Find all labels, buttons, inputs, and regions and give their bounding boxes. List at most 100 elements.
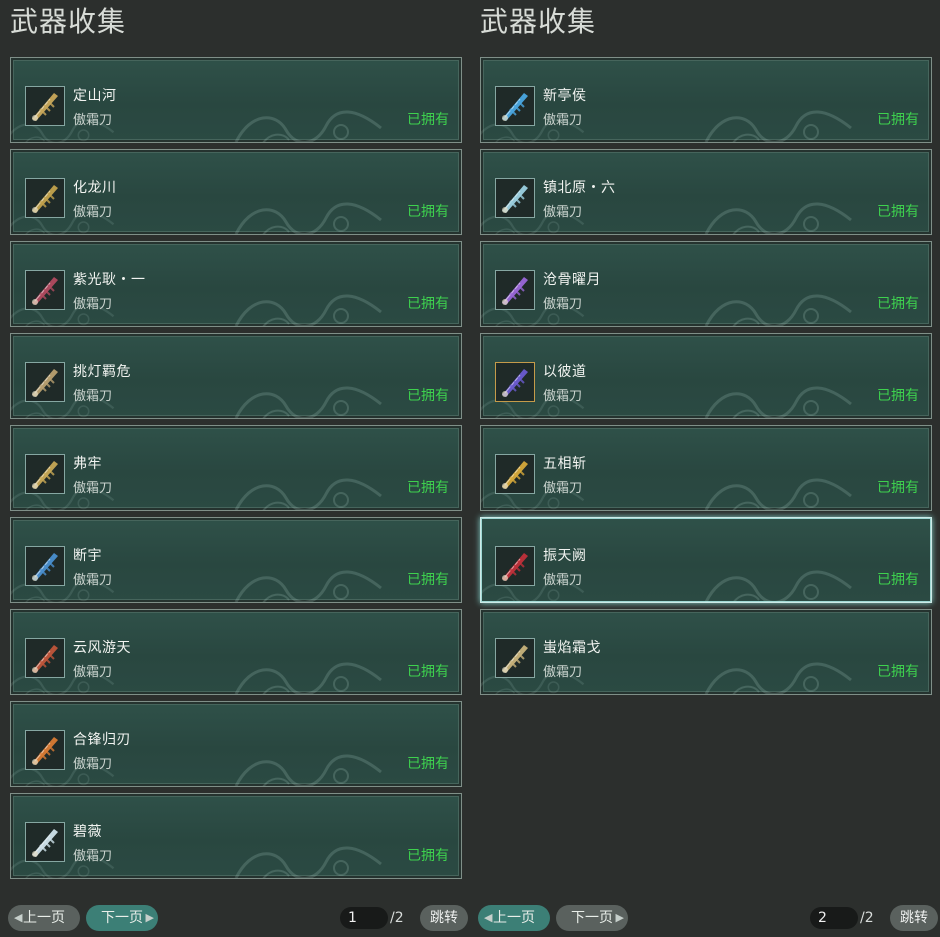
owned-status: 已拥有: [877, 664, 919, 680]
collection-panel-page-1: 武器收集 定山河 傲霜刀 已拥有 化龙川 傲霜刀 已拥有 紫光耿・一 傲霜刀 已拥有 挑灯羁危 傲霜…: [8, 0, 468, 937]
blade-orange-icon: [25, 730, 65, 770]
weapon-type: 傲霜刀: [73, 389, 113, 404]
weapon-card[interactable]: 紫光耿・一傲霜刀 已拥有: [10, 241, 462, 327]
owned-status: 已拥有: [407, 388, 449, 404]
chevron-left-icon: ◀: [484, 911, 493, 924]
weapon-list: 新亭侯 傲霜刀 已拥有 镇北原・六 傲霜刀 已拥有 沧骨曜月 傲霜刀 已拥有 以彼道 傲霜刀 已拥有五…: [480, 57, 932, 701]
page-number-input[interactable]: 2: [810, 907, 858, 929]
chevron-right-icon: ▶: [145, 911, 154, 924]
next-page-label: 下一页: [101, 910, 143, 926]
weapon-name: 沧骨曜月: [543, 272, 601, 288]
blade-bronze-icon: [25, 362, 65, 402]
owned-status: 已拥有: [877, 480, 919, 496]
blade-crimson-icon: [25, 270, 65, 310]
owned-status: 已拥有: [877, 388, 919, 404]
prev-page-button[interactable]: ◀ 上一页: [478, 905, 550, 931]
jump-button[interactable]: 跳转: [890, 905, 938, 931]
weapon-card[interactable]: 挑灯羁危傲霜刀 已拥有: [10, 333, 462, 419]
blade-gold-icon: [25, 454, 65, 494]
owned-status: 已拥有: [407, 204, 449, 220]
weapon-name: 碧薇: [73, 824, 102, 840]
weapon-type: 傲霜刀: [543, 113, 583, 128]
blade-purple-icon: [495, 270, 535, 310]
pagination-bar: ◀ 上一页 下一页 ▶ 2 /2 跳转: [478, 905, 938, 931]
weapon-name: 紫光耿・一: [73, 272, 146, 288]
weapon-name: 新亭侯: [543, 88, 587, 104]
jump-button[interactable]: 跳转: [420, 905, 468, 931]
owned-status: 已拥有: [877, 296, 919, 312]
weapon-card[interactable]: 弗牢 傲霜刀 已拥有: [10, 425, 462, 511]
weapon-name: 断宇: [73, 548, 102, 564]
weapon-list: 定山河 傲霜刀 已拥有 化龙川 傲霜刀 已拥有 紫光耿・一 傲霜刀 已拥有 挑灯羁危 傲霜刀 已拥有弗…: [10, 57, 462, 885]
blade-blue-icon: [25, 546, 65, 586]
weapon-type: 傲霜刀: [543, 205, 583, 220]
owned-status: 已拥有: [877, 572, 919, 588]
weapon-name: 以彼道: [543, 364, 587, 380]
chevron-left-icon: ◀: [14, 911, 23, 924]
weapon-card[interactable]: 定山河傲霜刀 已拥有: [10, 57, 462, 143]
chevron-right-icon: ▶: [615, 911, 624, 924]
weapon-type: 傲霜刀: [73, 757, 113, 772]
weapon-card[interactable]: 断宇 傲霜刀 已拥有: [10, 517, 462, 603]
pagination-bar: ◀ 上一页 下一页 ▶ 1 /2 跳转: [8, 905, 468, 931]
blade-red-icon: [25, 638, 65, 678]
weapon-type: 傲霜刀: [543, 297, 583, 312]
panel-title: 武器收集: [10, 5, 127, 38]
blade-blue-icon: [495, 86, 535, 126]
owned-status: 已拥有: [407, 756, 449, 772]
page-number-input[interactable]: 1: [340, 907, 388, 929]
next-page-label: 下一页: [571, 910, 613, 926]
blade-violet-icon: [495, 362, 535, 402]
prev-page-button[interactable]: ◀ 上一页: [8, 905, 80, 931]
weapon-type: 傲霜刀: [543, 389, 583, 404]
weapon-name: 合锋归刃: [73, 732, 131, 748]
prev-page-label: 上一页: [23, 910, 65, 926]
weapon-card[interactable]: 碧薇傲霜刀 已拥有: [10, 793, 462, 879]
weapon-card[interactable]: 五相斩傲霜刀 已拥有: [480, 425, 932, 511]
weapon-card[interactable]: 云风游天 傲霜刀 已拥有: [10, 609, 462, 695]
weapon-type: 傲霜刀: [73, 573, 113, 588]
blade-gold-icon: [25, 86, 65, 126]
owned-status: 已拥有: [877, 204, 919, 220]
weapon-type: 傲霜刀: [543, 573, 583, 588]
blade-silver-icon: [25, 822, 65, 862]
next-page-button[interactable]: 下一页 ▶: [556, 905, 628, 931]
panel-title: 武器收集: [480, 5, 597, 38]
weapon-name: 蚩焰霜戈: [543, 640, 601, 656]
weapon-card[interactable]: 合锋归刃傲霜刀 已拥有: [10, 701, 462, 787]
blade-silver-icon: [495, 178, 535, 218]
weapon-card[interactable]: 以彼道傲霜刀 已拥有: [480, 333, 932, 419]
blade-bronze-icon: [495, 638, 535, 678]
page-total: /2: [860, 910, 874, 926]
page-total: /2: [390, 910, 404, 926]
weapon-card[interactable]: 镇北原・六 傲霜刀 已拥有: [480, 149, 932, 235]
owned-status: 已拥有: [407, 296, 449, 312]
weapon-type: 傲霜刀: [73, 205, 113, 220]
owned-status: 已拥有: [407, 848, 449, 864]
weapon-card[interactable]: 蚩焰霜戈傲霜刀 已拥有: [480, 609, 932, 695]
weapon-name: 云风游天: [73, 640, 131, 656]
blade-gold-icon: [25, 178, 65, 218]
owned-status: 已拥有: [407, 112, 449, 128]
blade-gold-icon: [495, 454, 535, 494]
weapon-type: 傲霜刀: [543, 665, 583, 680]
next-page-button[interactable]: 下一页 ▶: [86, 905, 158, 931]
blade-crimson-icon: [495, 546, 535, 586]
weapon-card[interactable]: 沧骨曜月傲霜刀 已拥有: [480, 241, 932, 327]
weapon-card[interactable]: 化龙川傲霜刀 已拥有: [10, 149, 462, 235]
weapon-type: 傲霜刀: [73, 113, 113, 128]
weapon-type: 傲霜刀: [543, 481, 583, 496]
owned-status: 已拥有: [877, 112, 919, 128]
collection-panel-page-2: 武器收集 新亭侯 傲霜刀 已拥有 镇北原・六 傲霜刀 已拥有 沧骨曜月 傲霜刀 已拥有 以彼道 傲霜…: [478, 0, 938, 937]
weapon-name: 挑灯羁危: [73, 364, 131, 380]
weapon-name: 五相斩: [543, 456, 587, 472]
weapon-name: 化龙川: [73, 180, 117, 196]
weapon-card[interactable]: 新亭侯傲霜刀 已拥有: [480, 57, 932, 143]
weapon-card[interactable]: 振天阙 傲霜刀 已拥有: [480, 517, 932, 603]
prev-page-label: 上一页: [493, 910, 535, 926]
weapon-type: 傲霜刀: [73, 297, 113, 312]
weapon-type: 傲霜刀: [73, 849, 113, 864]
weapon-name: 弗牢: [73, 456, 102, 472]
weapon-name: 定山河: [73, 88, 117, 104]
weapon-type: 傲霜刀: [73, 665, 113, 680]
